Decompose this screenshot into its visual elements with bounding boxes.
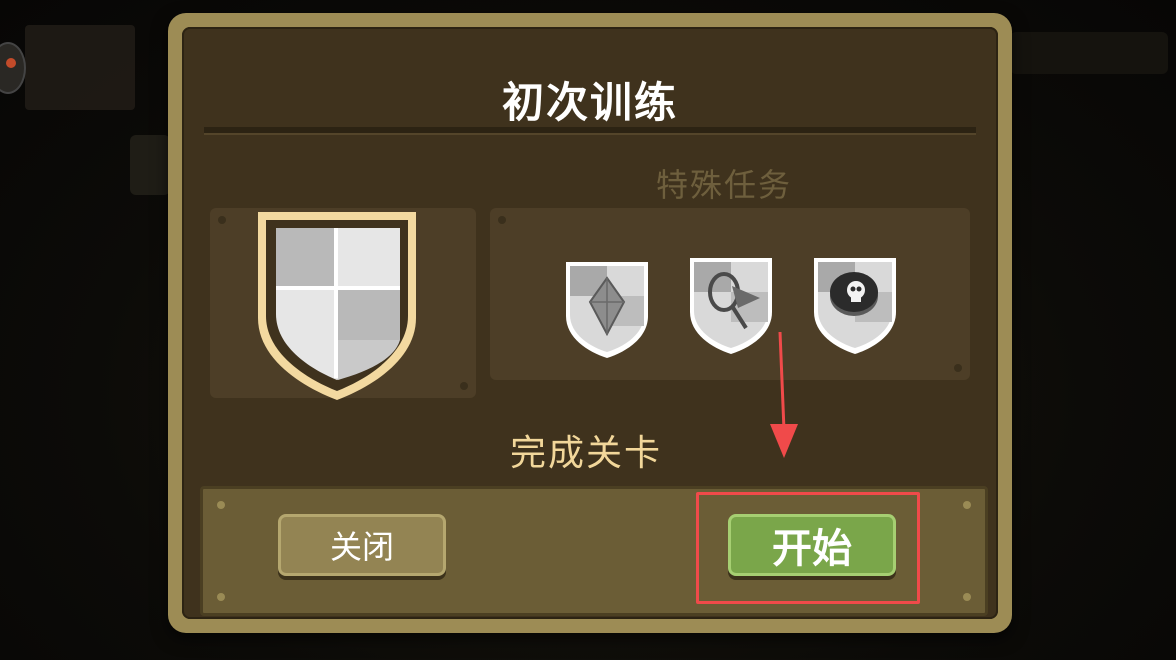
close-button[interactable]: 关闭	[278, 514, 446, 576]
tutorial-highlight	[696, 492, 920, 604]
skull-coin-shield-icon	[814, 258, 896, 354]
title-divider	[204, 127, 976, 135]
shield-icon	[258, 212, 416, 400]
rivet	[963, 593, 971, 601]
diamond-shield-icon	[566, 262, 648, 358]
net-shield-icon	[690, 258, 772, 354]
special-tasks-label: 特殊任务	[656, 166, 793, 204]
complete-level-label: 完成关卡	[510, 433, 663, 474]
rivet	[217, 501, 225, 509]
dialog-title: 初次训练	[501, 78, 678, 127]
rivet	[963, 501, 971, 509]
rivet	[217, 593, 225, 601]
background-top-bar	[1010, 32, 1168, 74]
background-building	[25, 25, 135, 110]
arrow-down-icon	[770, 331, 798, 458]
background-lock-icon	[130, 135, 170, 195]
